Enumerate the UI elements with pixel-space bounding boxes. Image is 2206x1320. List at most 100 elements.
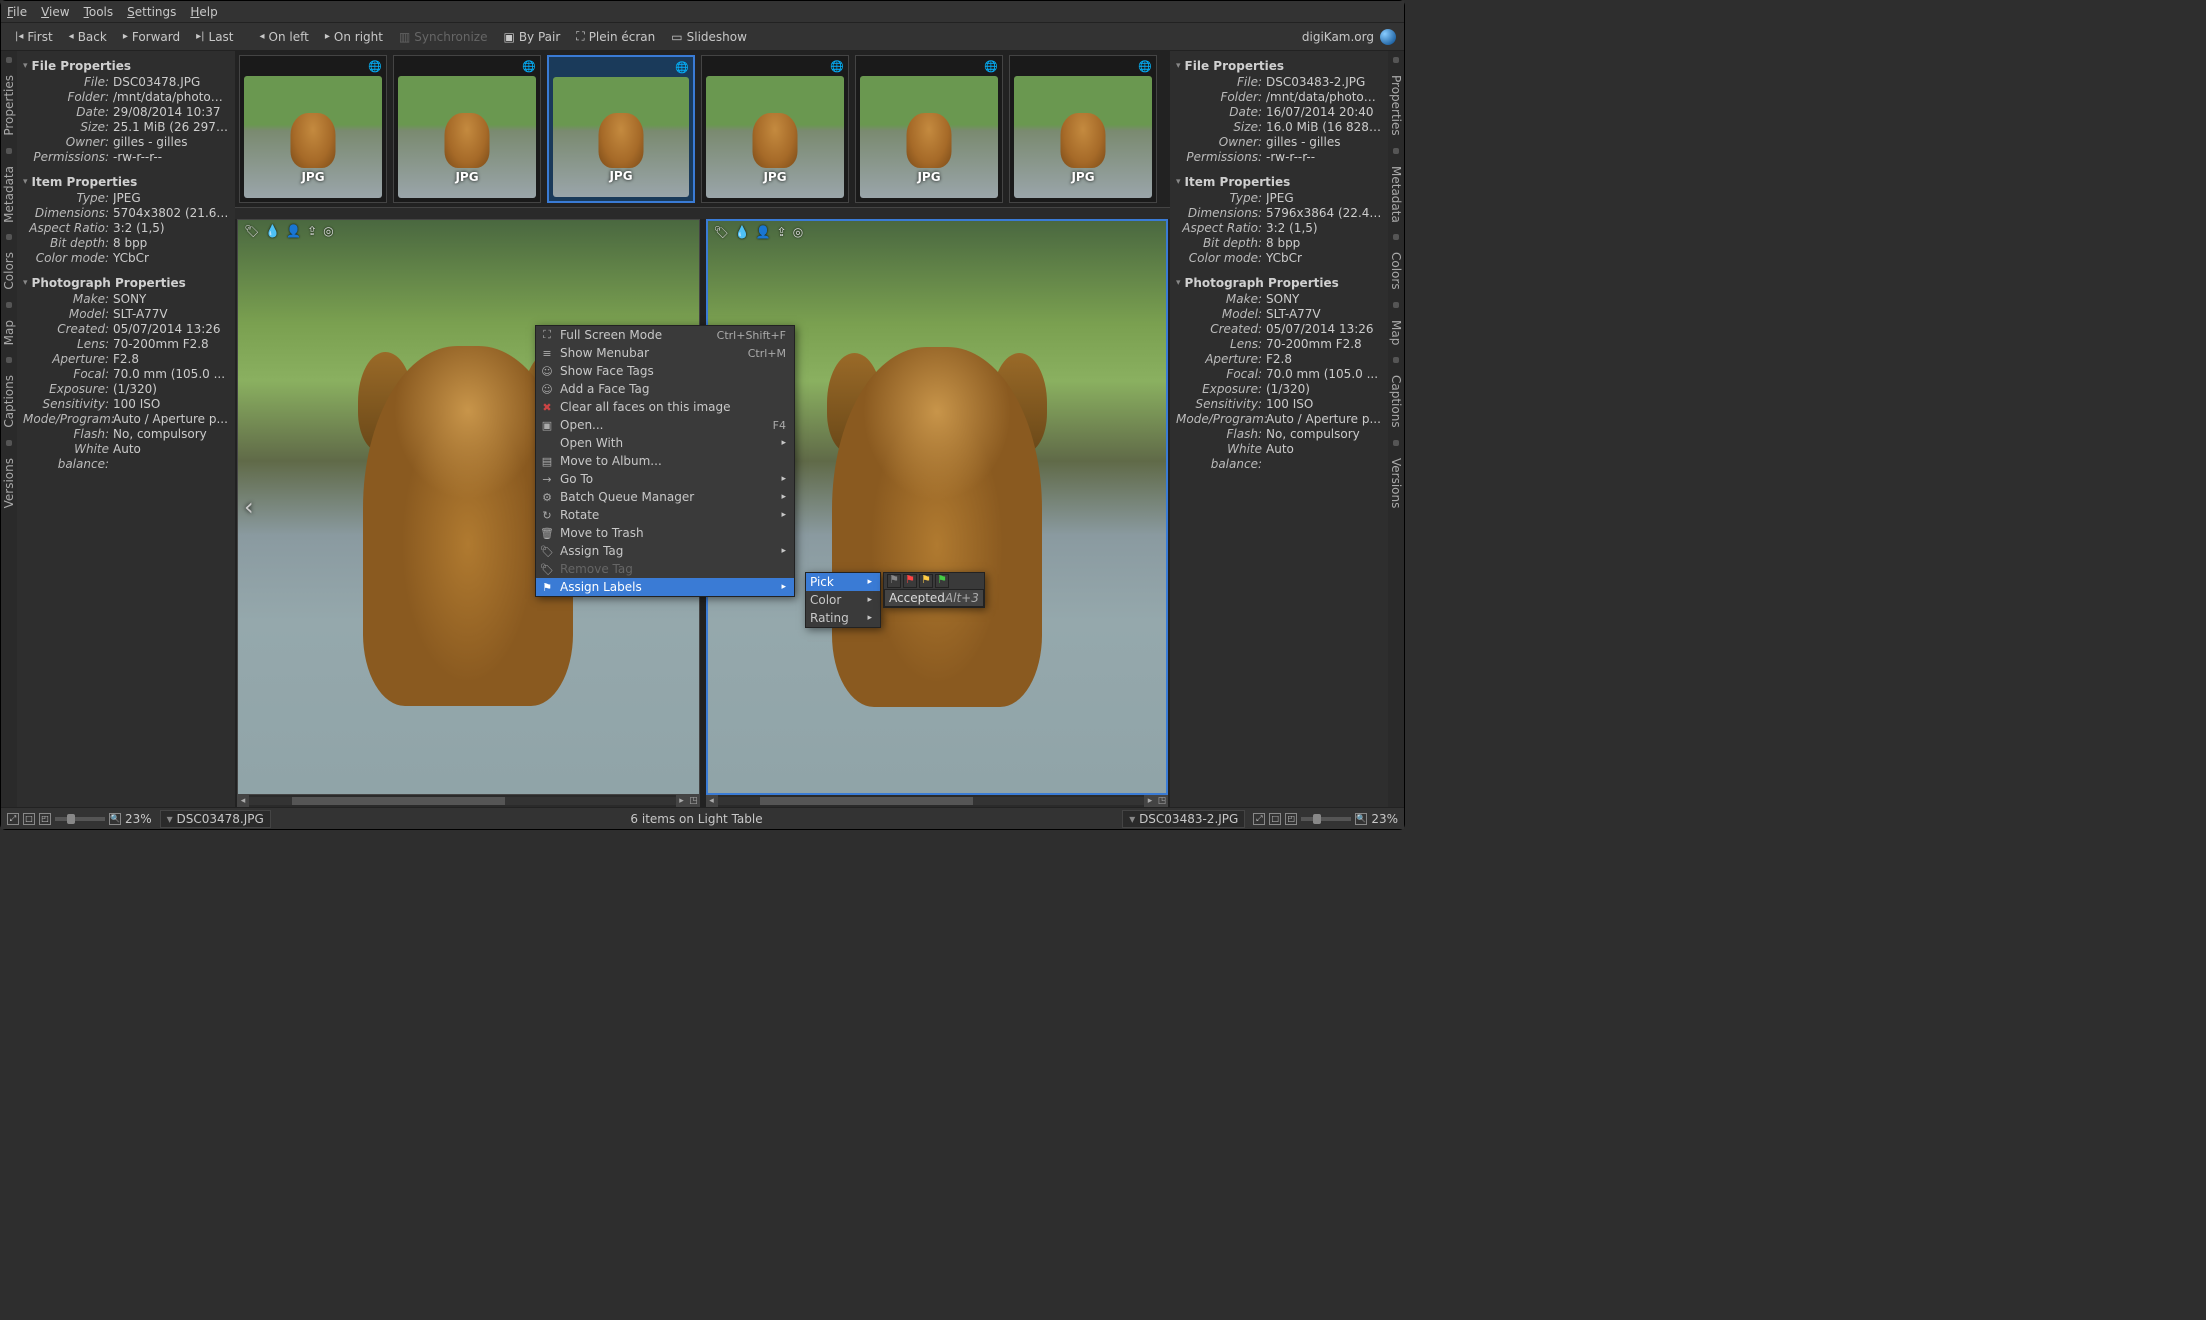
thumbnail[interactable]: 🌐JPG [855,55,1003,203]
menu-item[interactable]: Open With▸ [536,434,794,452]
format-label: JPG [1010,170,1156,184]
tag-icon[interactable]: 🏷 [244,224,259,238]
tab-versions-right[interactable]: Versions [1389,454,1403,512]
tab-properties-right[interactable]: Properties [1389,71,1403,140]
flag-rejected[interactable] [903,574,917,588]
bypair-button[interactable]: ▣By Pair [497,28,566,46]
menu-view[interactable]: View [41,5,69,19]
back-button[interactable]: ◂Back [63,28,113,46]
person-icon[interactable]: 👤 [756,225,771,239]
menu-item[interactable]: 🗑Move to Trash [536,524,794,542]
menu-item[interactable]: ☺Add a Face Tag [536,380,794,398]
forward-button[interactable]: ▸Forward [117,28,186,46]
tab-versions-left[interactable]: Versions [2,454,16,512]
onright-button[interactable]: ▸On right [319,28,389,46]
photo-properties-header[interactable]: Photograph Properties [1176,276,1382,290]
person-icon[interactable]: 👤 [286,224,301,238]
zoom-fit-icon[interactable]: ⤢ [1253,813,1265,825]
item-properties-header[interactable]: Item Properties [1176,175,1382,189]
fullscreen-button[interactable]: ⛶Plein écran [570,27,661,46]
menu-item[interactable]: ✖Clear all faces on this image [536,398,794,416]
submenu-item[interactable]: Rating▸ [806,609,880,627]
file-properties-header[interactable]: File Properties [1176,59,1382,73]
onleft-button[interactable]: ◂On left [254,28,315,46]
right-hscroll[interactable]: ◂▸◳ [706,795,1169,807]
synchronize-button[interactable]: ▥Synchronize [393,28,494,46]
menu-item[interactable]: →Go To▸ [536,470,794,488]
thumbnail[interactable]: 🌐JPG [239,55,387,203]
share-icon[interactable]: ⇪ [777,225,787,239]
item-properties-header[interactable]: Item Properties [23,175,229,189]
zoom-sel-icon[interactable]: ◰ [1285,813,1297,825]
zoom-fit-icon[interactable]: ⤢ [7,813,19,825]
tab-map-left[interactable]: Map [2,316,16,349]
drop-icon[interactable]: 💧 [265,224,280,238]
menu-item[interactable]: ↻Rotate▸ [536,506,794,524]
menu-item[interactable]: ▤Move to Album... [536,452,794,470]
menu-icon: ✖ [540,401,554,414]
zoom-slider-right[interactable] [1301,817,1351,821]
tab-map-right[interactable]: Map [1389,316,1403,349]
photo-properties-header[interactable]: Photograph Properties [23,276,229,290]
zoom-sel-icon[interactable]: ◰ [39,813,51,825]
flag-picker [884,573,984,589]
flag-pending[interactable] [919,574,933,588]
menu-item[interactable]: ▣Open...F4 [536,416,794,434]
first-button[interactable]: |◂First [9,28,59,46]
submenu-assign-labels: Pick▸Color▸Rating▸ [805,572,881,628]
submenu-item[interactable]: Pick▸ [806,573,880,591]
thumbnail[interactable]: 🌐JPG [393,55,541,203]
globe-icon: 🌐 [830,60,844,73]
last-button[interactable]: ▸|Last [190,28,239,46]
format-label: JPG [394,170,540,184]
zoom-slider-left[interactable] [55,817,105,821]
menu-item[interactable]: ☺Show Face Tags [536,362,794,380]
menu-item[interactable]: ⚙Batch Queue Manager▸ [536,488,794,506]
zoom-icon[interactable]: 🔍 [109,813,121,825]
menu-icon: ▣ [540,419,554,432]
menu-icon: ⛶ [540,328,554,342]
file-owner: gilles - gilles [113,135,229,150]
tag-icon[interactable]: 🏷 [714,225,729,239]
prev-image-arrow[interactable]: ‹ [244,493,254,521]
flag-accepted[interactable] [935,574,949,588]
filename-right[interactable]: ▾ DSC03483-2.JPG [1122,810,1245,828]
back-icon: ◂ [69,31,74,42]
zoom-100-icon[interactable]: □ [1269,813,1281,825]
tab-metadata-right[interactable]: Metadata [1389,162,1403,227]
menu-icon: ☺ [540,365,554,378]
tab-captions-left[interactable]: Captions [2,371,16,432]
menu-item[interactable]: ⚑Assign Labels▸ [536,578,794,596]
menu-icon: ⚑ [540,581,554,594]
submenu-pick-flags: AcceptedAlt+3 [883,572,985,608]
submenu-item[interactable]: Color▸ [806,591,880,609]
slideshow-button[interactable]: ▭Slideshow [665,28,753,46]
left-hscroll[interactable]: ◂▸◳ [237,795,700,807]
menu-item[interactable]: ≡Show MenubarCtrl+M [536,344,794,362]
tab-colors-left[interactable]: Colors [2,248,16,294]
file-properties-header[interactable]: File Properties [23,59,229,73]
app-logo[interactable]: digiKam.org [1302,29,1396,45]
thumbnail[interactable]: 🌐JPG [547,55,695,203]
thumbnail[interactable]: 🌐JPG [1009,55,1157,203]
zoom-icon[interactable]: 🔍 [1355,813,1367,825]
menu-item[interactable]: 🏷Assign Tag▸ [536,542,794,560]
tab-metadata-left[interactable]: Metadata [2,162,16,227]
drop-icon[interactable]: 💧 [735,225,750,239]
flag-none[interactable] [887,574,901,588]
tab-colors-right[interactable]: Colors [1389,248,1403,294]
thumbnail[interactable]: 🌐JPG [701,55,849,203]
target-icon[interactable]: ◎ [323,224,333,238]
menu-item[interactable]: ⛶Full Screen ModeCtrl+Shift+F [536,326,794,344]
menu-settings[interactable]: Settings [127,5,176,19]
filename-left[interactable]: ▾ DSC03478.JPG [160,810,271,828]
thumb-scrollbar[interactable] [235,207,1170,219]
tab-captions-right[interactable]: Captions [1389,371,1403,432]
menu-help[interactable]: Help [190,5,217,19]
menu-tools[interactable]: Tools [84,5,114,19]
menu-file[interactable]: File [7,5,27,19]
tab-properties-left[interactable]: Properties [2,71,16,140]
zoom-100-icon[interactable]: □ [23,813,35,825]
share-icon[interactable]: ⇪ [307,224,317,238]
target-icon[interactable]: ◎ [793,225,803,239]
